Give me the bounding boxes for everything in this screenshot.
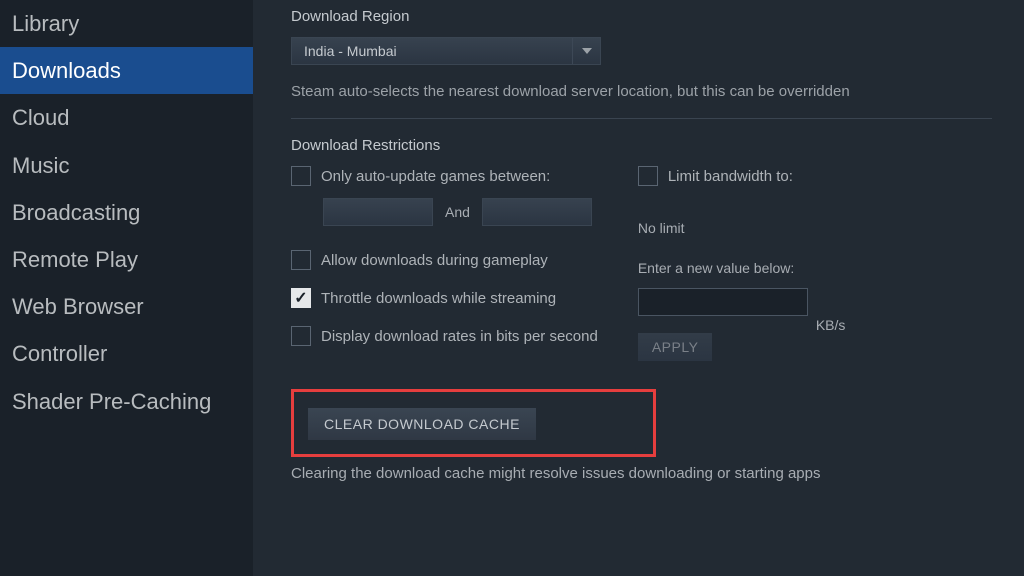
kbs-label: KB/s <box>816 317 846 333</box>
sidebar-item-downloads[interactable]: Downloads <box>0 47 253 94</box>
enter-value-label: Enter a new value below: <box>638 260 846 276</box>
settings-main: Download Region India - Mumbai Steam aut… <box>253 0 1024 576</box>
download-region-value: India - Mumbai <box>292 38 572 64</box>
apply-button[interactable]: APPLY <box>638 333 713 361</box>
display-bits-label: Display download rates in bits per secon… <box>321 328 598 345</box>
limit-bandwidth-checkbox[interactable] <box>638 166 658 186</box>
download-region-dropdown[interactable]: India - Mumbai <box>291 37 601 65</box>
sidebar-item-controller[interactable]: Controller <box>0 330 253 377</box>
download-restrictions-title: Download Restrictions <box>291 137 992 154</box>
no-limit-label: No limit <box>638 220 846 236</box>
sidebar-item-music[interactable]: Music <box>0 142 253 189</box>
throttle-label: Throttle downloads while streaming <box>321 290 556 307</box>
download-region-desc: Steam auto-selects the nearest download … <box>291 81 992 102</box>
sidebar-item-library[interactable]: Library <box>0 0 253 47</box>
clear-cache-highlight: CLEAR DOWNLOAD CACHE <box>291 389 656 457</box>
allow-gameplay-label: Allow downloads during gameplay <box>321 252 548 269</box>
dropdown-arrow-icon <box>572 38 600 64</box>
sidebar-item-cloud[interactable]: Cloud <box>0 94 253 141</box>
and-label: And <box>445 204 470 220</box>
bandwidth-input[interactable] <box>638 288 808 316</box>
sidebar-item-shader-precaching[interactable]: Shader Pre-Caching <box>0 378 253 425</box>
display-bits-checkbox[interactable] <box>291 326 311 346</box>
download-region-title: Download Region <box>291 8 992 25</box>
settings-sidebar: Library Downloads Cloud Music Broadcasti… <box>0 0 253 576</box>
sidebar-item-web-browser[interactable]: Web Browser <box>0 283 253 330</box>
auto-update-checkbox[interactable] <box>291 166 311 186</box>
time-end-dropdown[interactable] <box>482 198 592 226</box>
clear-cache-desc: Clearing the download cache might resolv… <box>291 465 992 482</box>
throttle-checkbox[interactable] <box>291 288 311 308</box>
sidebar-item-broadcasting[interactable]: Broadcasting <box>0 189 253 236</box>
allow-gameplay-checkbox[interactable] <box>291 250 311 270</box>
limit-bandwidth-label: Limit bandwidth to: <box>668 168 793 185</box>
auto-update-label: Only auto-update games between: <box>321 168 550 185</box>
time-start-dropdown[interactable] <box>323 198 433 226</box>
sidebar-item-remote-play[interactable]: Remote Play <box>0 236 253 283</box>
section-divider <box>291 118 992 119</box>
clear-download-cache-button[interactable]: CLEAR DOWNLOAD CACHE <box>308 408 536 440</box>
